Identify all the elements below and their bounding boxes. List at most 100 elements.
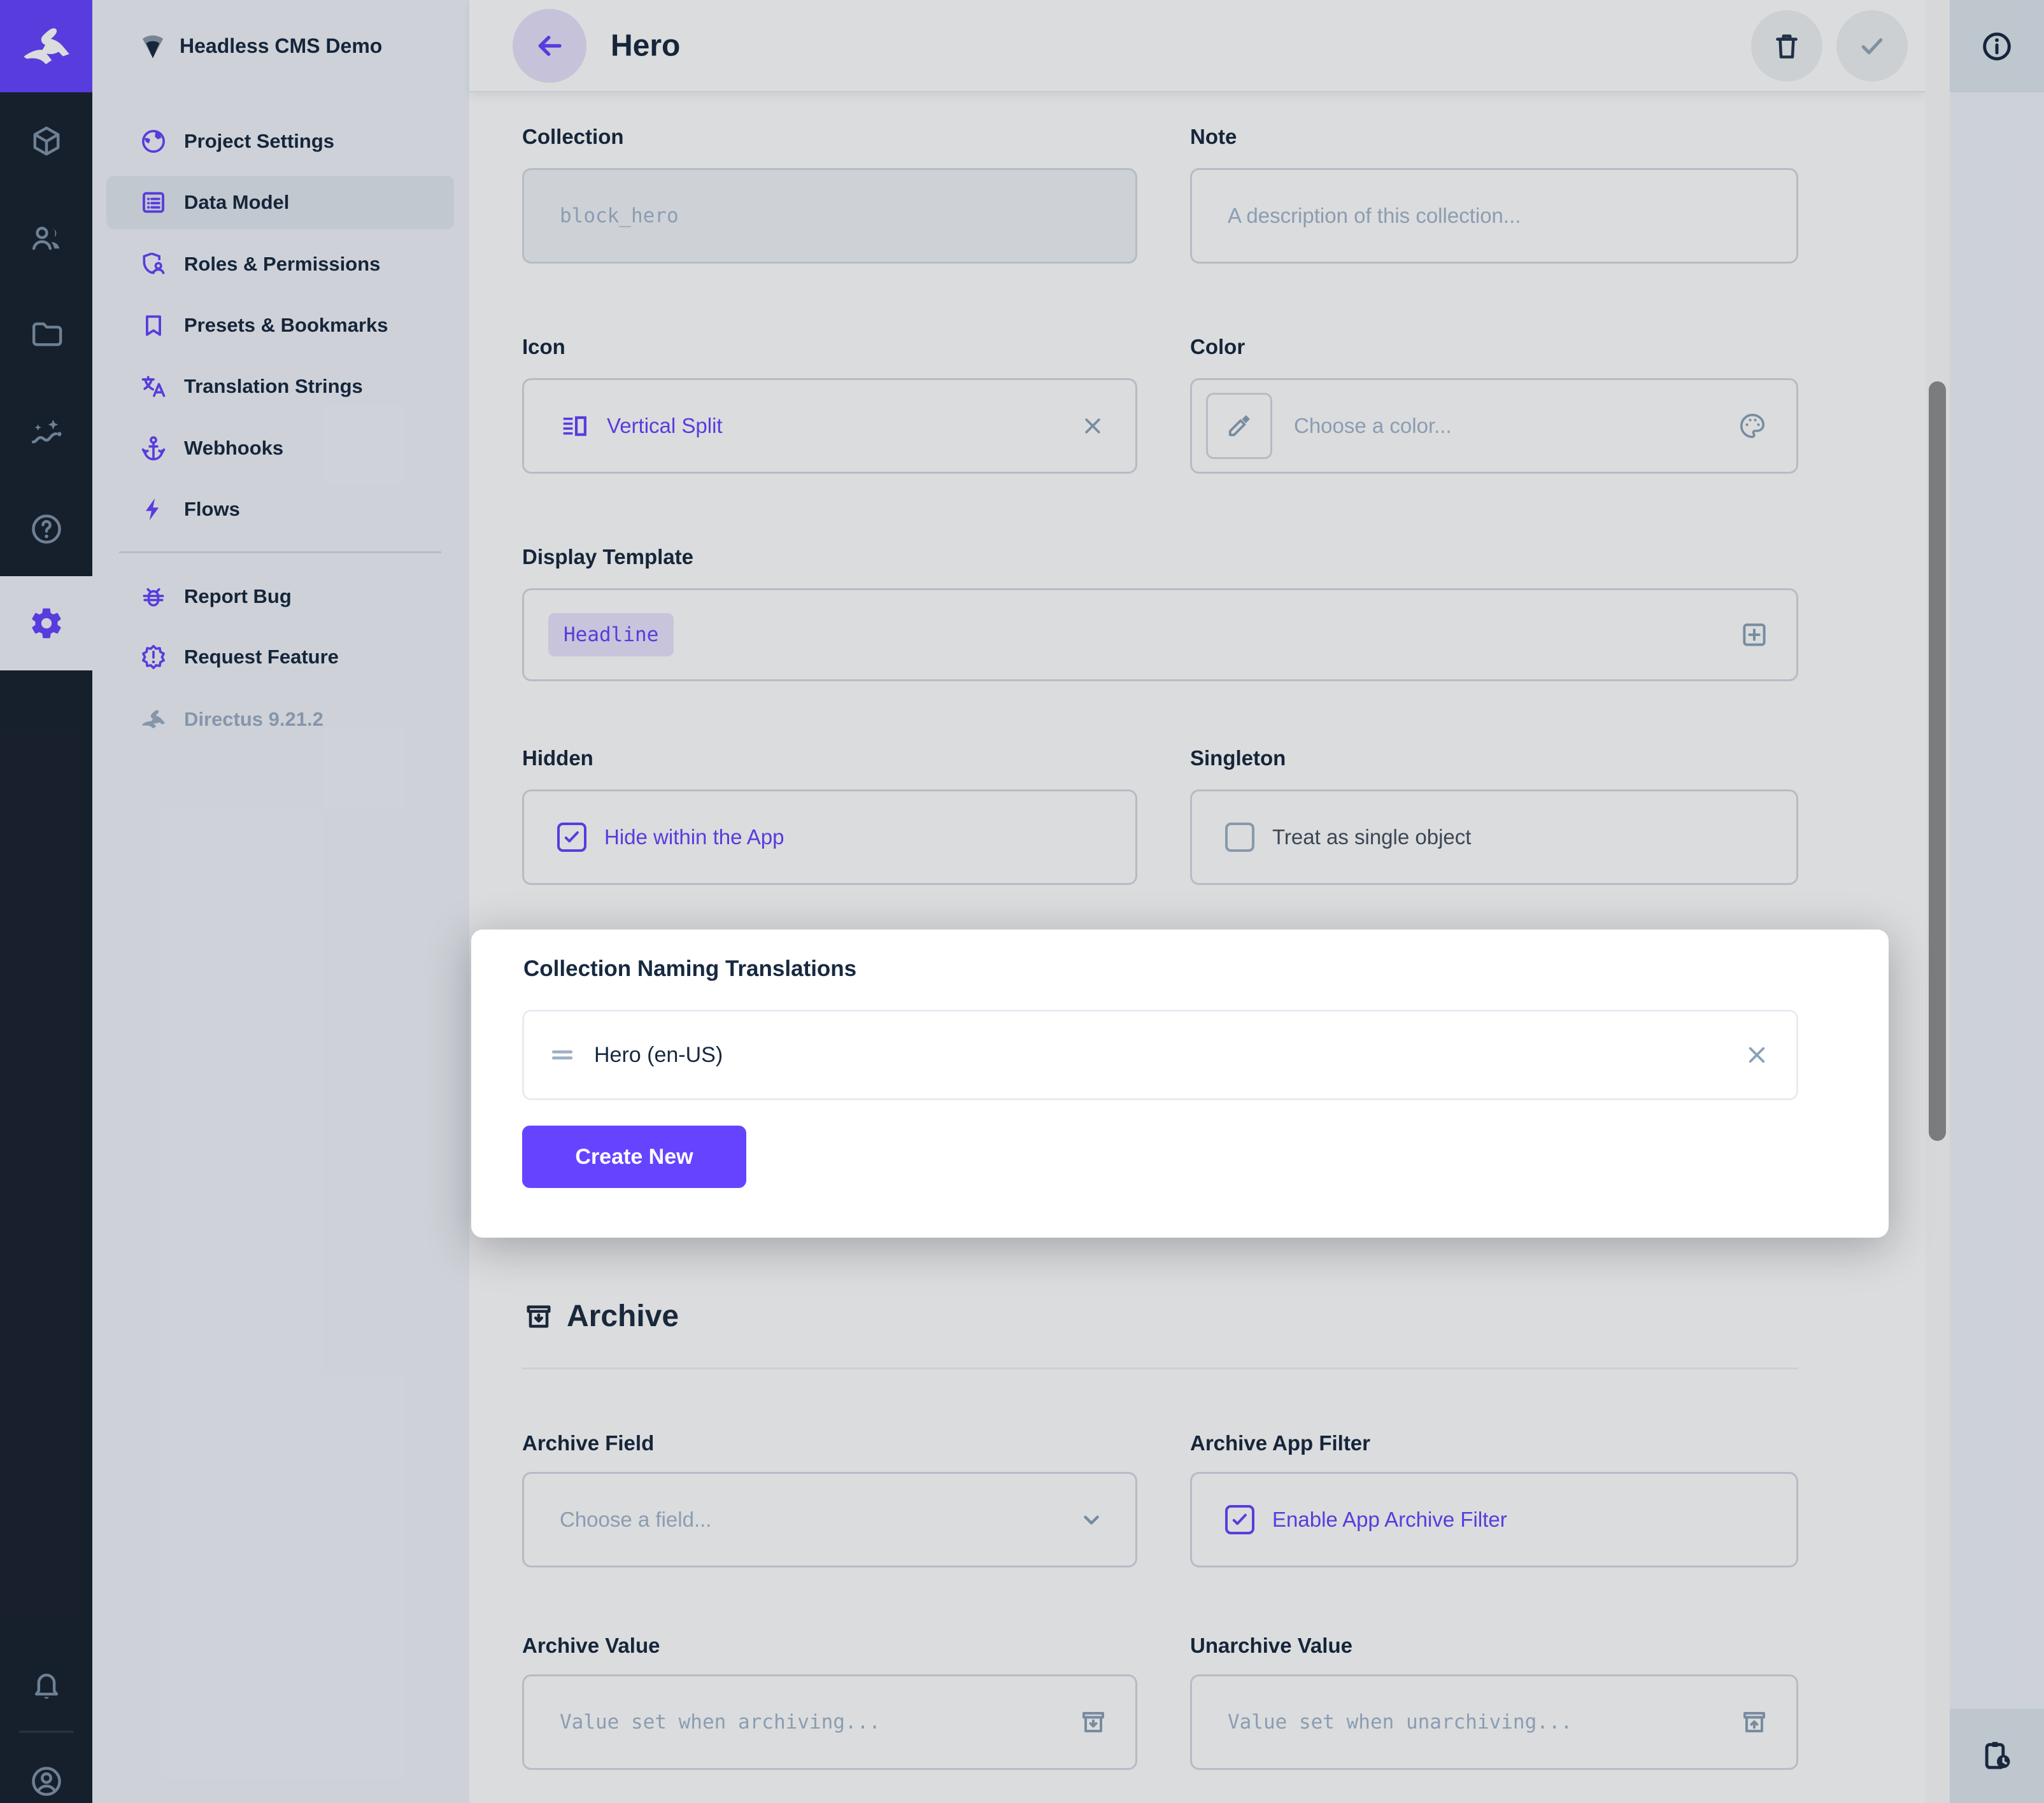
collection-naming-translations-card: Collection Naming Translations Hero (en-… [471,930,1889,1238]
module-bar-divider [19,1730,74,1733]
sidebar-item-roles-permissions[interactable]: Roles & Permissions [106,237,454,291]
anchor-icon [139,434,167,462]
hidden-field: Hide within the App [522,789,1137,885]
check-icon [1856,30,1888,62]
hidden-checkbox[interactable]: Hide within the App [557,823,784,852]
collection-value: block_hero [560,204,679,227]
trash-icon [1771,30,1803,62]
unarchive-value-placeholder: Value set when unarchiving... [1228,1711,1572,1734]
singleton-checkbox[interactable]: Treat as single object [1225,823,1471,852]
palette-button[interactable] [1738,411,1767,441]
sidebar-item-label: Data Model [184,191,289,214]
list-alt-icon [139,188,167,216]
sidebar-item-label: Project Settings [184,130,334,153]
icon-value: Vertical Split [607,414,723,438]
sidebar-item-report-bug[interactable]: Report Bug [106,570,454,623]
archive-value-icon-button[interactable] [1078,1707,1109,1737]
clear-icon-button[interactable] [1079,413,1106,439]
archive-field-placeholder: Choose a field... [560,1508,711,1532]
sidebar-item-label: Translation Strings [184,375,363,398]
chevron-down-icon [1077,1505,1106,1534]
archive-field-select[interactable]: Choose a field... [522,1472,1137,1567]
unarchive-value-input[interactable]: Value set when unarchiving... [1190,1674,1798,1770]
icon-select[interactable]: Vertical Split [522,378,1137,474]
sidebar-item-flows[interactable]: Flows [106,483,454,536]
palette-icon [1738,411,1767,441]
new-releases-icon [139,643,167,671]
scrollbar-track[interactable] [1926,0,1950,1803]
project-switcher[interactable]: Headless CMS Demo [92,0,469,92]
insights-module-icon[interactable] [0,400,92,464]
color-input[interactable]: Choose a color... [1190,378,1798,474]
hidden-label: Hidden [522,746,1137,770]
scrollbar-thumb[interactable] [1929,381,1946,1141]
collection-input[interactable]: block_hero [522,168,1137,264]
color-swatch-button[interactable] [1206,393,1272,459]
drag-handle-icon[interactable] [548,1041,576,1069]
archive-icon [522,1300,555,1333]
eyedropper-icon [1224,411,1254,441]
sidebar-item-project-settings[interactable]: Project Settings [106,115,454,168]
translate-icon [139,372,167,400]
archive-field-dropdown[interactable] [1077,1505,1106,1534]
account-icon[interactable] [0,1750,92,1803]
help-module-icon[interactable] [0,497,92,561]
back-button[interactable] [513,9,586,83]
add-field-button[interactable] [1739,619,1770,650]
singleton-label: Singleton [1190,746,1798,770]
archive-app-filter-label: Archive App Filter [1190,1431,1798,1455]
notifications-icon[interactable] [0,1653,92,1716]
translation-list-item[interactable]: Hero (en-US) [522,1010,1798,1100]
bookmark-icon [139,311,167,339]
template-field-chip[interactable]: Headline [548,613,674,656]
archive-app-filter-checkbox[interactable]: Enable App Archive Filter [1225,1505,1507,1534]
translations-label: Collection Naming Translations [523,956,856,982]
sidebar-item-presets-bookmarks[interactable]: Presets & Bookmarks [106,299,454,352]
add-box-icon [1739,619,1770,650]
bug-icon [139,583,167,611]
settings-module-active[interactable] [0,576,92,670]
sidebar-item-label: Report Bug [184,585,292,608]
sidebar-item-label: Roles & Permissions [184,253,380,276]
sidebar-item-webhooks[interactable]: Webhooks [106,421,454,475]
delete-button[interactable] [1751,10,1822,81]
settings-main: Hero Collection block_hero Note A descri… [469,0,1926,1803]
right-sidebar [1950,0,2044,1803]
project-name: Headless CMS Demo [180,34,382,58]
files-module-icon[interactable] [0,302,92,366]
close-icon [1743,1041,1771,1069]
remove-translation-button[interactable] [1743,1041,1771,1069]
sidebar-item-request-feature[interactable]: Request Feature [106,630,454,684]
sidebar-item-version: Directus 9.21.2 [106,693,454,746]
archive-value-placeholder: Value set when archiving... [560,1711,881,1734]
archive-value-input[interactable]: Value set when archiving... [522,1674,1137,1770]
unarchive-value-icon-button[interactable] [1739,1707,1770,1737]
bolt-icon [139,495,167,523]
save-button[interactable] [1836,10,1908,81]
color-placeholder: Choose a color... [1294,414,1452,438]
note-input[interactable]: A description of this collection... [1190,168,1798,264]
sidebar-item-label: Flows [184,498,240,521]
sidebar-item-label: Webhooks [184,437,283,460]
sidebar-item-data-model[interactable]: Data Model [106,176,454,229]
shield-person-icon [139,250,167,278]
activity-sidebar-button[interactable] [1950,1709,2044,1803]
archive-value-label: Archive Value [522,1634,1137,1658]
note-placeholder: A description of this collection... [1228,204,1521,228]
create-new-button[interactable]: Create New [522,1126,746,1188]
display-template-input[interactable]: Headline [522,588,1798,681]
globe-icon [139,127,167,155]
icon-label: Icon [522,335,1137,359]
hidden-checkbox-label: Hide within the App [604,825,784,849]
info-sidebar-button[interactable] [1950,0,2044,92]
users-module-icon[interactable] [0,206,92,270]
version-label: Directus 9.21.2 [184,708,323,731]
directus-logo[interactable] [0,0,92,92]
content-module-icon[interactable] [0,110,92,173]
color-label: Color [1190,335,1798,359]
checkbox-checked-icon [557,823,586,852]
close-icon [1079,413,1106,439]
sidebar-item-translation-strings[interactable]: Translation Strings [106,360,454,413]
archive-section-heading: Archive [522,1299,679,1334]
translation-item-text: Hero (en-US) [594,1043,723,1068]
